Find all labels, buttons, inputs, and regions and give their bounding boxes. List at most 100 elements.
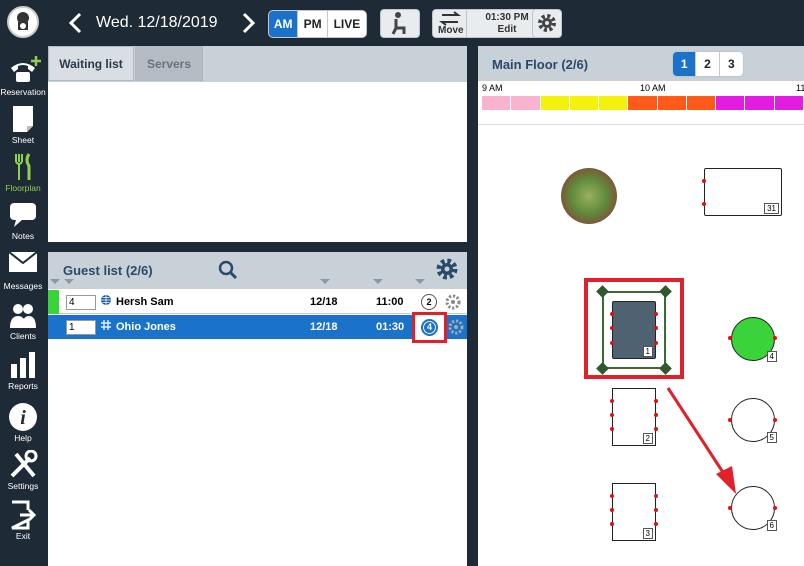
timeline-segment: [569, 96, 600, 110]
search-icon[interactable]: [218, 260, 238, 280]
tab-waiting-list[interactable]: Waiting list: [48, 46, 134, 81]
timeline[interactable]: 9 AM 10 AM 11: [478, 81, 804, 125]
sidebar-item-help[interactable]: i Help: [0, 402, 46, 443]
waiting-list-panel: Waiting list Servers: [48, 46, 467, 242]
table-number: 2: [642, 433, 653, 444]
sidebar-item-label: Exit: [15, 531, 31, 541]
guest-date: 12/18: [310, 321, 338, 333]
guest-time: 11:00: [376, 296, 404, 308]
seat-button[interactable]: [380, 9, 420, 38]
table-2[interactable]: 2: [612, 388, 656, 446]
guest-list-header: Guest list (2/6): [48, 252, 467, 289]
people-icon: [8, 300, 38, 330]
table-badge[interactable]: 2: [421, 294, 437, 310]
guest-time: 01:30: [376, 321, 405, 333]
timeline-segment: [716, 96, 746, 110]
timeline-segment: [540, 96, 570, 110]
exit-icon: [8, 500, 38, 530]
chair-icon: [391, 12, 406, 35]
sidebar-item-label: Messages: [3, 281, 43, 291]
guest-name: Ohio Jones: [116, 321, 176, 333]
sidebar-item-settings[interactable]: Settings: [0, 449, 46, 491]
sidebar-item-label: Settings: [7, 481, 39, 491]
table-4[interactable]: 4: [731, 317, 777, 362]
status-bar: [48, 290, 59, 314]
party-size-input[interactable]: [66, 320, 96, 335]
sidebar-item-sheet[interactable]: Sheet: [0, 104, 46, 145]
party-size-input[interactable]: [66, 295, 96, 310]
sidebar-item-reports[interactable]: Reports: [0, 350, 46, 391]
sidebar-item-label: Sheet: [11, 135, 35, 145]
table-number: 5: [766, 432, 777, 443]
timeline-segment: [745, 96, 775, 110]
chevron-left-icon[interactable]: [68, 12, 84, 34]
settings-button[interactable]: [532, 9, 562, 38]
sidebar: Reservation Sheet Floorplan Notes Messag…: [0, 0, 46, 566]
table-31[interactable]: 31: [704, 168, 782, 216]
floor-page-3[interactable]: 3: [720, 52, 743, 76]
table-badge[interactable]: 4: [421, 319, 438, 336]
timeline-segment: [686, 96, 717, 110]
gear-icon[interactable]: [448, 319, 464, 338]
shift-live-button[interactable]: LIVE: [328, 11, 366, 37]
table-6[interactable]: 6: [731, 486, 777, 531]
tab-servers[interactable]: Servers: [135, 46, 203, 81]
date-label[interactable]: Wed. 12/18/2019: [96, 14, 218, 32]
floorplan-title: Main Floor (2/6): [492, 57, 589, 72]
table-number: 4: [766, 351, 777, 362]
envelope-icon: [8, 250, 38, 280]
timeline-segment: [599, 96, 629, 110]
tools-icon: [8, 449, 38, 480]
move-button[interactable]: Move 01:30 PM Edit: [432, 9, 548, 38]
timeline-segment: [628, 96, 658, 110]
grid-icon: [100, 319, 112, 334]
info-icon: i: [8, 402, 38, 432]
globe-icon: [100, 294, 112, 309]
phone-plus-icon: [8, 56, 41, 86]
fork-knife-icon: [8, 152, 38, 182]
chef-logo[interactable]: [7, 6, 39, 38]
shift-pm-button[interactable]: PM: [298, 11, 328, 37]
floor-page-selector: 1 2 3: [672, 51, 744, 77]
top-bar: Wed. 12/18/2019 AM PM LIVE Move 01:30 PM…: [46, 0, 804, 46]
guest-list-title: Guest list (2/6): [63, 263, 153, 278]
sidebar-item-messages[interactable]: Messages: [0, 250, 46, 291]
gear-icon: [538, 14, 556, 32]
chevron-right-icon[interactable]: [240, 12, 256, 34]
guest-list-panel: Guest list (2/6) Hersh Sam 12/18 11:00 2…: [48, 252, 467, 566]
floorplan-header: Main Floor (2/6) 1 2 3: [478, 46, 804, 81]
waiting-list-header: Waiting list Servers: [48, 46, 467, 82]
sidebar-item-reservation[interactable]: Reservation: [0, 56, 46, 97]
table-row[interactable]: Hersh Sam 12/18 11:00 2: [48, 290, 467, 314]
shift-selector: AM PM LIVE: [268, 10, 367, 38]
timeline-label: 9 AM: [482, 83, 503, 93]
sidebar-item-notes[interactable]: Notes: [0, 200, 46, 241]
table-1[interactable]: 1: [612, 301, 656, 359]
gear-icon[interactable]: [445, 294, 461, 313]
sidebar-item-label: Clients: [10, 331, 36, 341]
sidebar-item-clients[interactable]: Clients: [0, 300, 46, 341]
speech-bubble-icon: [8, 200, 38, 230]
table-row[interactable]: Ohio Jones 12/18 01:30 4: [48, 312, 467, 343]
plant-decoration: [561, 168, 617, 224]
floor-page-2[interactable]: 2: [696, 52, 720, 76]
sidebar-item-label: Floorplan: [5, 183, 41, 193]
guest-name: Hersh Sam: [116, 296, 174, 308]
floor-page-1[interactable]: 1: [673, 52, 697, 76]
timeline-segment: [774, 96, 804, 110]
svg-text:i: i: [20, 407, 26, 429]
sidebar-item-floorplan[interactable]: Floorplan: [0, 152, 46, 193]
timeline-segment: [511, 96, 541, 110]
table-number: 3: [642, 528, 653, 539]
timeline-label: 11: [796, 83, 804, 93]
sidebar-item-exit[interactable]: Exit: [0, 500, 46, 541]
table-number: 1: [642, 346, 653, 357]
shift-am-button[interactable]: AM: [269, 11, 299, 37]
floorplan-panel: Main Floor (2/6) 1 2 3 9 AM 10 AM 11 31 …: [478, 46, 804, 566]
table-3[interactable]: 3: [612, 483, 656, 541]
sidebar-item-label: Help: [14, 433, 32, 443]
table-number: 31: [764, 203, 779, 214]
timeline-label: 10 AM: [640, 83, 666, 93]
sort-arrows: [50, 279, 425, 284]
sheet-icon: [8, 104, 38, 134]
